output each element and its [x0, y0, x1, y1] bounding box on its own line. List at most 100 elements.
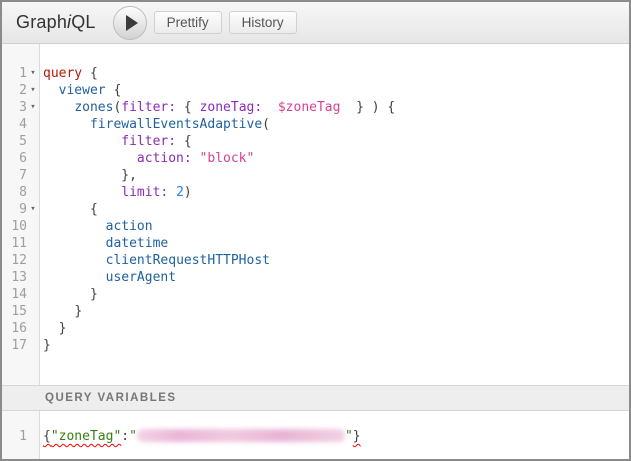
- line-number: 9: [2, 201, 27, 218]
- line-number: 3: [2, 99, 27, 116]
- code-line[interactable]: 10 action: [2, 218, 629, 235]
- code-text: firewallEventsAdaptive(: [39, 116, 270, 133]
- code-text: {"zoneTag":""}: [39, 428, 361, 445]
- token-kw: query: [43, 66, 82, 81]
- line-number: 14: [2, 286, 27, 303]
- line-number: 4: [2, 116, 27, 133]
- code-text: {: [39, 201, 98, 218]
- fold-arrow-icon[interactable]: ▾: [27, 99, 39, 116]
- token-ws: [192, 151, 200, 166]
- fold-arrow-icon[interactable]: ▾: [27, 65, 39, 82]
- code-line[interactable]: 2▾ viewer {: [2, 82, 629, 99]
- token-fld: action: [106, 219, 153, 234]
- code-line[interactable]: 9▾ {: [2, 201, 629, 218]
- token-ws: [43, 321, 59, 336]
- code-line[interactable]: 11 datetime: [2, 235, 629, 252]
- line-number: 16: [2, 320, 27, 337]
- code-line[interactable]: 8 limit: 2): [2, 184, 629, 201]
- code-line[interactable]: 4 firewallEventsAdaptive(: [2, 116, 629, 133]
- token-attr: zoneTag:: [200, 100, 263, 115]
- fold-gutter-spacer: [27, 286, 39, 303]
- token-pun: {: [106, 83, 122, 98]
- line-number: 12: [2, 252, 27, 269]
- token-key: "zoneTag": [51, 429, 121, 444]
- fold-gutter-spacer: [27, 303, 39, 320]
- code-line[interactable]: 17}: [2, 337, 629, 354]
- fold-gutter-spacer: [27, 116, 39, 133]
- graphiql-app: GraphiQL Prettify History 1▾query {2▾ vi…: [0, 0, 631, 461]
- line-number: 15: [2, 303, 27, 320]
- fold-arrow-icon[interactable]: ▾: [27, 201, 39, 218]
- token-fld: userAgent: [106, 270, 176, 285]
- fold-gutter-spacer: [27, 337, 39, 354]
- code-line[interactable]: 7 },: [2, 167, 629, 184]
- history-button[interactable]: History: [229, 11, 297, 34]
- code-line[interactable]: 6 action: "block": [2, 150, 629, 167]
- variable-editor[interactable]: 1{"zoneTag":""}: [2, 411, 629, 459]
- token-ws: [43, 134, 121, 149]
- token-attr: limit:: [121, 185, 168, 200]
- code-line[interactable]: 1▾query {: [2, 65, 629, 82]
- logo-text-ql: QL: [71, 12, 95, 32]
- fold-gutter-spacer: [27, 235, 39, 252]
- token-attr: action:: [137, 151, 192, 166]
- code-line[interactable]: 1{"zoneTag":""}: [2, 428, 629, 445]
- token-pun: }: [74, 304, 82, 319]
- token-num: 2: [176, 185, 184, 200]
- token-key: ": [345, 429, 353, 444]
- token-ws: [43, 270, 106, 285]
- code-line[interactable]: 12 clientRequestHTTPHost: [2, 252, 629, 269]
- fold-gutter-spacer: [27, 320, 39, 337]
- token-ws: [43, 168, 121, 183]
- token-ws: [43, 117, 90, 132]
- code-text: action: "block": [39, 150, 254, 167]
- token-ws: [43, 304, 74, 319]
- graphiql-toolbar: GraphiQL Prettify History: [2, 2, 629, 44]
- token-ws: [262, 100, 278, 115]
- line-number: 11: [2, 235, 27, 252]
- code-line[interactable]: 14 }: [2, 286, 629, 303]
- line-number: 6: [2, 150, 27, 167]
- code-text: userAgent: [39, 269, 176, 286]
- token-fld: zones: [74, 100, 113, 115]
- code-text: action: [39, 218, 153, 235]
- token-fld: firewallEventsAdaptive: [90, 117, 262, 132]
- fold-gutter-spacer: [27, 428, 39, 445]
- code-text: viewer {: [39, 82, 121, 99]
- line-number: 10: [2, 218, 27, 235]
- line-number: 7: [2, 167, 27, 184]
- fold-gutter-spacer: [27, 167, 39, 184]
- execute-query-button[interactable]: [113, 6, 147, 40]
- code-text: clientRequestHTTPHost: [39, 252, 270, 269]
- token-str: "block": [200, 151, 255, 166]
- code-line[interactable]: 13 userAgent: [2, 269, 629, 286]
- line-number: 8: [2, 184, 27, 201]
- token-pun: (: [262, 117, 270, 132]
- token-ws: [43, 83, 59, 98]
- prettify-button[interactable]: Prettify: [154, 11, 222, 34]
- variable-editor-lines: 1{"zoneTag":""}: [2, 411, 629, 445]
- token-pun: }: [59, 321, 67, 336]
- fold-gutter-spacer: [27, 184, 39, 201]
- graphiql-logo: GraphiQL: [16, 12, 96, 33]
- token-fld: viewer: [59, 83, 106, 98]
- token-fld: clientRequestHTTPHost: [106, 253, 270, 268]
- code-line[interactable]: 16 }: [2, 320, 629, 337]
- fold-arrow-icon[interactable]: ▾: [27, 82, 39, 99]
- token-ws: [43, 202, 90, 217]
- code-text: }: [39, 286, 98, 303]
- token-pun: },: [121, 168, 137, 183]
- token-ws: [43, 151, 137, 166]
- fold-gutter-spacer: [27, 133, 39, 150]
- redacted-zone-tag-value: [137, 429, 345, 442]
- token-pun: } ) {: [340, 100, 395, 115]
- code-line[interactable]: 5 filter: {: [2, 133, 629, 150]
- token-key: ": [129, 429, 137, 444]
- code-line[interactable]: 15 }: [2, 303, 629, 320]
- code-text: query {: [39, 65, 98, 82]
- query-editor[interactable]: 1▾query {2▾ viewer {3▾ zones(filter: { z…: [2, 44, 629, 385]
- code-line[interactable]: 3▾ zones(filter: { zoneTag: $zoneTag } )…: [2, 99, 629, 116]
- code-text: },: [39, 167, 137, 184]
- variable-editor-title[interactable]: QUERY VARIABLES: [2, 385, 629, 411]
- token-attr: filter:: [121, 100, 176, 115]
